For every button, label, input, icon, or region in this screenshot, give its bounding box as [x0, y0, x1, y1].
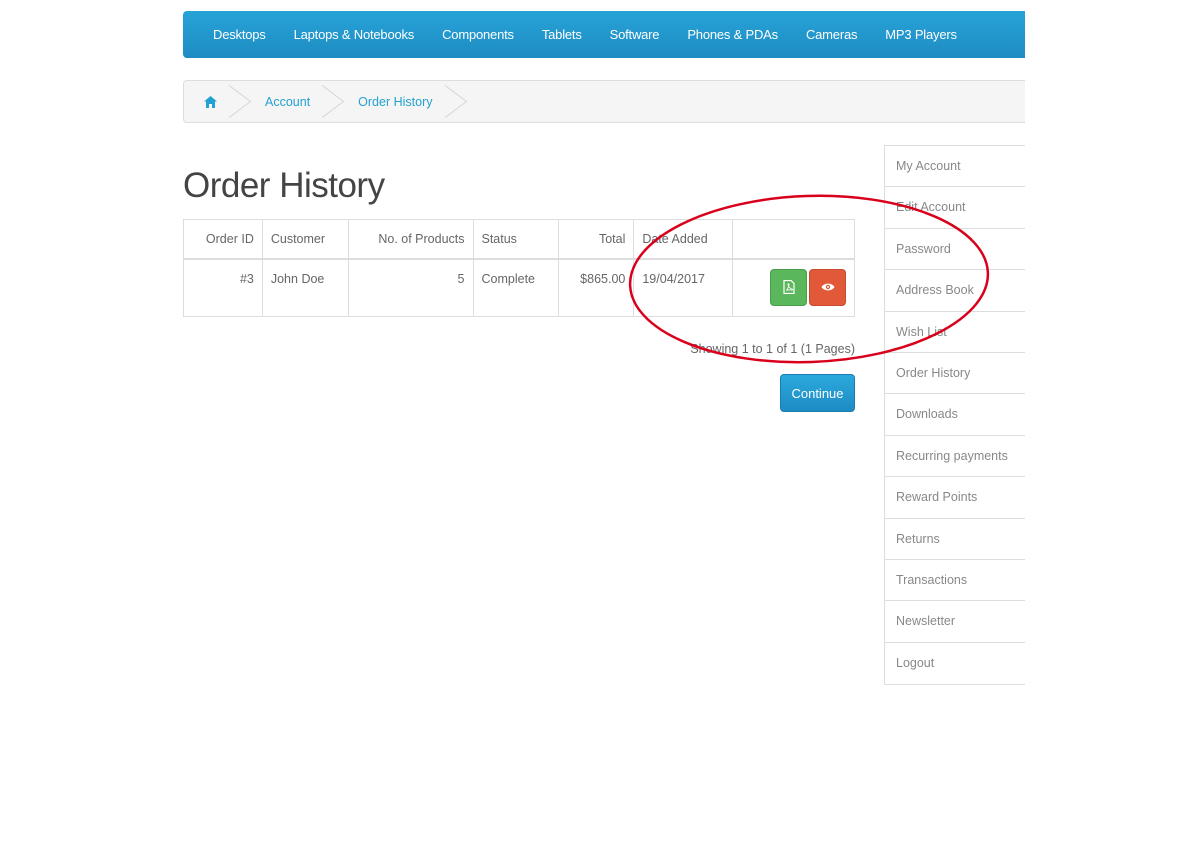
account-sidebar: My Account Edit Account Password Address… [884, 145, 1025, 686]
nav-item-mp3[interactable]: MP3 Players [871, 11, 971, 58]
pagination-results: Showing 1 to 1 of 1 (1 Pages) [690, 342, 855, 356]
sidebar-item-logout[interactable]: Logout [885, 643, 1025, 684]
cell-actions [732, 258, 855, 317]
sidebar-item-password[interactable]: Password [885, 229, 1025, 271]
cell-date-added: 19/04/2017 [633, 258, 734, 317]
cell-order-id: #3 [183, 258, 263, 317]
nav-item-cameras[interactable]: Cameras [792, 11, 871, 58]
top-nav: Desktops Laptops & Notebooks Components … [183, 11, 1025, 58]
nav-item-components[interactable]: Components [428, 11, 528, 58]
nav-item-phones[interactable]: Phones & PDAs [673, 11, 792, 58]
nav-item-laptops[interactable]: Laptops & Notebooks [280, 11, 429, 58]
breadcrumb-order-history[interactable]: Order History [332, 81, 454, 122]
breadcrumb-account[interactable]: Account [239, 81, 332, 122]
col-order-id: Order ID [183, 219, 263, 260]
col-date-added: Date Added [633, 219, 734, 260]
sidebar-item-my-account[interactable]: My Account [885, 146, 1025, 188]
cell-total: $865.00 [558, 258, 635, 317]
nav-item-software[interactable]: Software [596, 11, 674, 58]
file-pdf-icon [782, 280, 795, 294]
sidebar-item-newsletter[interactable]: Newsletter [885, 601, 1025, 643]
sidebar-item-edit-account[interactable]: Edit Account [885, 187, 1025, 229]
view-order-button[interactable] [809, 268, 846, 306]
invoice-button[interactable] [770, 268, 807, 306]
nav-item-desktops[interactable]: Desktops [199, 11, 280, 58]
breadcrumb: Account Order History [183, 80, 1025, 123]
eye-icon [821, 283, 834, 291]
home-icon [204, 95, 217, 108]
sidebar-item-address-book[interactable]: Address Book [885, 270, 1025, 312]
table-header-row: Order ID Customer No. of Products Status… [183, 219, 855, 260]
sidebar-item-transactions[interactable]: Transactions [885, 560, 1025, 602]
nav-item-tablets[interactable]: Tablets [528, 11, 596, 58]
sidebar-item-returns[interactable]: Returns [885, 519, 1025, 560]
sidebar-item-order-history[interactable]: Order History [885, 353, 1025, 395]
breadcrumb-home[interactable] [184, 81, 239, 122]
cell-status: Complete [472, 258, 560, 317]
col-products: No. of Products [347, 219, 474, 260]
sidebar-item-reward-points[interactable]: Reward Points [885, 477, 1025, 519]
col-total: Total [558, 219, 635, 260]
col-status: Status [472, 219, 560, 260]
sidebar-item-downloads[interactable]: Downloads [885, 394, 1025, 436]
page-title: Order History [183, 166, 385, 205]
col-customer: Customer [261, 219, 349, 260]
sidebar-item-recurring-payments[interactable]: Recurring payments [885, 436, 1025, 478]
sidebar-item-wish-list[interactable]: Wish List [885, 312, 1025, 353]
order-history-table: Order ID Customer No. of Products Status… [183, 219, 855, 317]
table-row: #3 John Doe 5 Complete $865.00 19/04/201… [183, 258, 855, 317]
col-actions [732, 219, 855, 260]
continue-button[interactable]: Continue [780, 374, 855, 412]
cell-products: 5 [347, 258, 474, 317]
cell-customer: John Doe [261, 258, 349, 317]
